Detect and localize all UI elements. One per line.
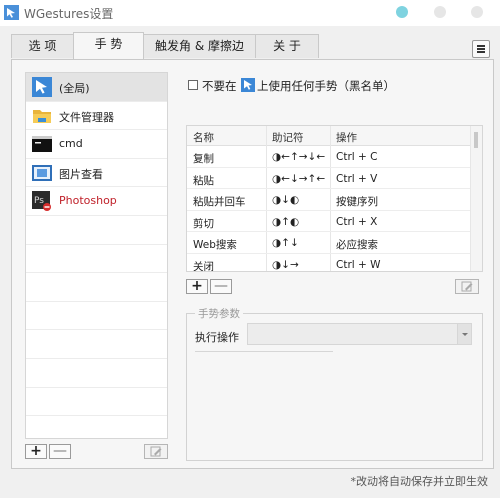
cell-mnemonic: ◑←↓→↑← <box>272 172 326 185</box>
table-row[interactable]: 剪切 ◑↑◐ Ctrl + X <box>187 211 471 233</box>
image-viewer-icon <box>32 164 52 181</box>
cell-action: Ctrl + V <box>336 172 378 185</box>
window-title: WGestures设置 <box>24 7 114 21</box>
app-list[interactable]: (全局) 文件管理器 cmd 图片查看 Ps Photoshop <box>25 72 168 439</box>
table-row[interactable]: 关闭 ◑↓→ Ctrl + W <box>187 254 471 272</box>
cell-action: 按键序列 <box>336 196 378 209</box>
divider <box>195 351 333 352</box>
cell-action: Ctrl + W <box>336 259 381 271</box>
edit-icon <box>150 446 162 457</box>
minimize-button[interactable] <box>396 6 408 18</box>
title-bar: WGestures设置 <box>0 0 500 26</box>
chevron-down-icon[interactable] <box>457 324 471 344</box>
app-item-label: Photoshop <box>59 194 117 208</box>
tab-gestures[interactable]: 手 势 <box>73 32 144 59</box>
photoshop-icon: Ps <box>32 191 51 212</box>
gesture-params-group: 手势参数 执行操作 <box>186 306 483 461</box>
app-list-toolbar: + — <box>25 444 168 462</box>
list-empty-row <box>26 330 167 359</box>
app-item-image-viewer[interactable]: 图片查看 <box>26 159 167 188</box>
blacklist-text-after: 上使用任何手势（黑名单） <box>257 79 395 93</box>
table-scrollbar[interactable] <box>470 126 482 271</box>
app-item-label: cmd <box>59 137 83 151</box>
hamburger-menu-icon[interactable] <box>472 40 490 58</box>
remove-app-button[interactable]: — <box>49 444 71 459</box>
tab-about[interactable]: 关 于 <box>255 34 319 58</box>
cell-mnemonic: ◑↑↓ <box>272 237 299 250</box>
app-item-global[interactable]: (全局) <box>26 73 167 102</box>
cell-mnemonic: ◑↓◐ <box>272 194 300 207</box>
app-item-file-manager[interactable]: 文件管理器 <box>26 102 167 131</box>
app-item-photoshop[interactable]: Ps Photoshop <box>26 187 167 216</box>
autosave-note: *改动将自动保存并立即生效 <box>350 475 489 488</box>
column-header-mnemonic[interactable]: 助记符 <box>272 130 304 145</box>
maximize-button[interactable] <box>434 6 446 18</box>
app-item-label: 图片查看 <box>59 167 103 181</box>
cell-mnemonic: ◑↓→ <box>272 259 299 271</box>
cell-name: 粘贴并回车 <box>193 196 246 209</box>
list-empty-row <box>26 302 167 331</box>
blacklist-checkbox[interactable] <box>188 80 198 90</box>
folder-icon <box>33 109 51 123</box>
edit-gesture-button[interactable] <box>455 279 479 294</box>
wgestures-cursor-icon <box>241 78 255 92</box>
blacklist-text-before: 不要在 <box>202 79 237 93</box>
table-header: 名称 助记符 操作 <box>187 126 471 146</box>
gesture-table[interactable]: 名称 助记符 操作 复制 ◑←↑→↓← Ctrl + C 粘贴 ◑←↓→↑← C… <box>186 125 483 272</box>
cell-mnemonic: ◑↑◐ <box>272 215 300 228</box>
gesture-toolbar: + — <box>186 279 483 297</box>
params-legend: 手势参数 <box>195 306 243 321</box>
add-gesture-button[interactable]: + <box>186 279 208 294</box>
cell-name: 关闭 <box>193 261 214 272</box>
list-empty-row <box>26 388 167 417</box>
tab-hot-corners[interactable]: 触发角 & 摩擦边 <box>143 34 256 58</box>
edit-app-button[interactable] <box>144 444 168 459</box>
svg-text:Ps: Ps <box>34 196 44 206</box>
action-label: 执行操作 <box>195 331 239 344</box>
wgestures-cursor-icon <box>32 77 52 97</box>
gestures-panel: (全局) 文件管理器 cmd 图片查看 Ps Photoshop + — 不要在… <box>11 59 494 469</box>
cell-action: Ctrl + C <box>336 151 378 163</box>
cell-action: Ctrl + X <box>336 215 378 228</box>
main-frame: 选 项 手 势 触发角 & 摩擦边 关 于 (全局) 文件管理器 cmd 图片查… <box>0 26 500 498</box>
edit-icon <box>461 281 473 292</box>
app-item-label: 文件管理器 <box>59 110 114 124</box>
column-header-name[interactable]: 名称 <box>193 130 214 145</box>
action-select[interactable] <box>247 323 472 345</box>
list-empty-row <box>26 273 167 302</box>
cell-action: 必应搜索 <box>336 239 378 252</box>
list-empty-row <box>26 216 167 245</box>
table-row[interactable]: Web搜索 ◑↑↓ 必应搜索 <box>187 232 471 254</box>
wgestures-logo-icon <box>4 5 19 20</box>
tab-options[interactable]: 选 项 <box>11 34 74 58</box>
table-row[interactable]: 粘贴并回车 ◑↓◐ 按键序列 <box>187 189 471 211</box>
terminal-icon <box>32 136 52 153</box>
remove-gesture-button[interactable]: — <box>210 279 232 294</box>
close-button[interactable] <box>471 6 483 18</box>
app-item-cmd[interactable]: cmd <box>26 130 167 159</box>
table-row[interactable]: 复制 ◑←↑→↓← Ctrl + C <box>187 146 471 168</box>
scrollbar-thumb[interactable] <box>474 132 478 148</box>
add-app-button[interactable]: + <box>25 444 47 459</box>
list-empty-row <box>26 416 167 438</box>
app-item-label: (全局) <box>59 82 90 95</box>
cell-name: Web搜索 <box>193 239 237 252</box>
cell-name: 复制 <box>193 153 214 165</box>
table-row[interactable]: 粘贴 ◑←↓→↑← Ctrl + V <box>187 168 471 190</box>
list-empty-row <box>26 245 167 274</box>
cell-name: 粘贴 <box>193 174 214 187</box>
column-header-action[interactable]: 操作 <box>336 130 357 145</box>
tab-strip: 选 项 手 势 触发角 & 摩擦边 关 于 <box>0 32 500 60</box>
cell-mnemonic: ◑←↑→↓← <box>272 151 326 163</box>
list-empty-row <box>26 359 167 388</box>
cell-name: 剪切 <box>193 217 214 230</box>
